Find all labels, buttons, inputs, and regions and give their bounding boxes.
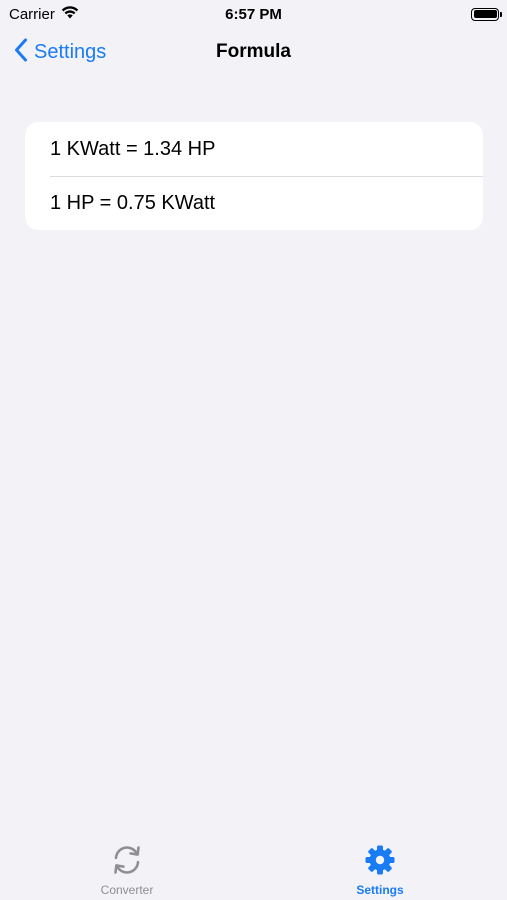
battery-icon (471, 7, 502, 21)
tab-converter-label: Converter (100, 883, 154, 897)
formula-text: 1 KWatt = 1.34 HP (50, 137, 216, 160)
formula-screen: Carrier 6:57 PM Settings Formula 1 KWatt… (0, 0, 507, 900)
status-bar: Carrier 6:57 PM (0, 0, 507, 28)
refresh-icon (109, 844, 145, 881)
tab-settings[interactable]: Settings (320, 844, 440, 900)
tab-settings-label: Settings (356, 883, 404, 897)
wifi-icon (61, 5, 79, 23)
back-button[interactable]: Settings (14, 38, 106, 67)
formula-row-kwatt-to-hp: 1 KWatt = 1.34 HP (25, 122, 483, 176)
back-label: Settings (34, 41, 107, 63)
formula-text: 1 HP = 0.75 KWatt (50, 191, 216, 214)
status-time: 6:57 PM (225, 5, 282, 23)
carrier-label: Carrier (9, 5, 55, 23)
status-left: Carrier (9, 6, 79, 23)
tab-bar: Converter Settings (0, 840, 507, 900)
chevron-left-icon (14, 38, 28, 67)
battery-level (473, 10, 497, 18)
navigation-bar: Settings Formula (0, 28, 507, 78)
formula-row-hp-to-kwatt: 1 HP = 0.75 KWatt (25, 176, 483, 230)
gear-icon (364, 844, 396, 881)
formula-list: 1 KWatt = 1.34 HP 1 HP = 0.75 KWatt (25, 122, 483, 230)
page-title: Formula (216, 41, 291, 62)
tab-converter[interactable]: Converter (67, 844, 187, 900)
